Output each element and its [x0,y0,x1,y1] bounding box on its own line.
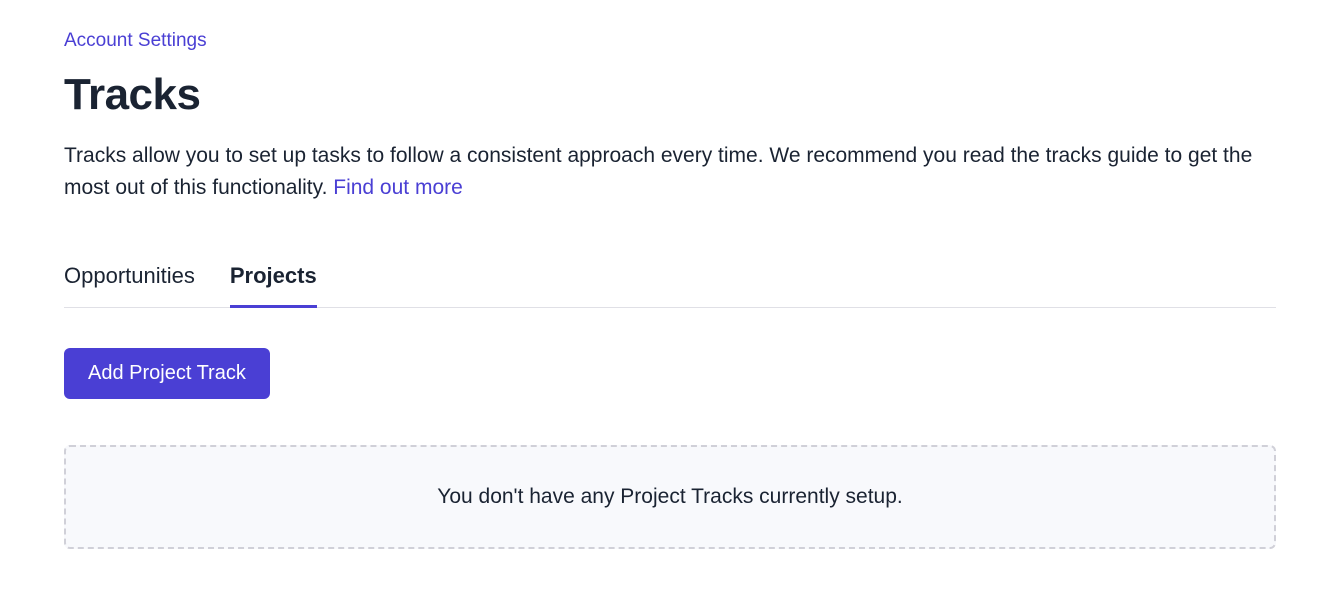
add-project-track-button[interactable]: Add Project Track [64,348,270,399]
tab-opportunities[interactable]: Opportunities [64,263,195,308]
tab-projects[interactable]: Projects [230,263,317,308]
empty-state-message: You don't have any Project Tracks curren… [437,485,903,508]
page-description: Tracks allow you to set up tasks to foll… [64,140,1276,203]
page-title: Tracks [64,70,1276,120]
find-out-more-link[interactable]: Find out more [333,176,463,199]
breadcrumb-link[interactable]: Account Settings [64,30,207,52]
tabs-container: Opportunities Projects [64,263,1276,308]
empty-state-panel: You don't have any Project Tracks curren… [64,445,1276,549]
description-text: Tracks allow you to set up tasks to foll… [64,144,1252,199]
